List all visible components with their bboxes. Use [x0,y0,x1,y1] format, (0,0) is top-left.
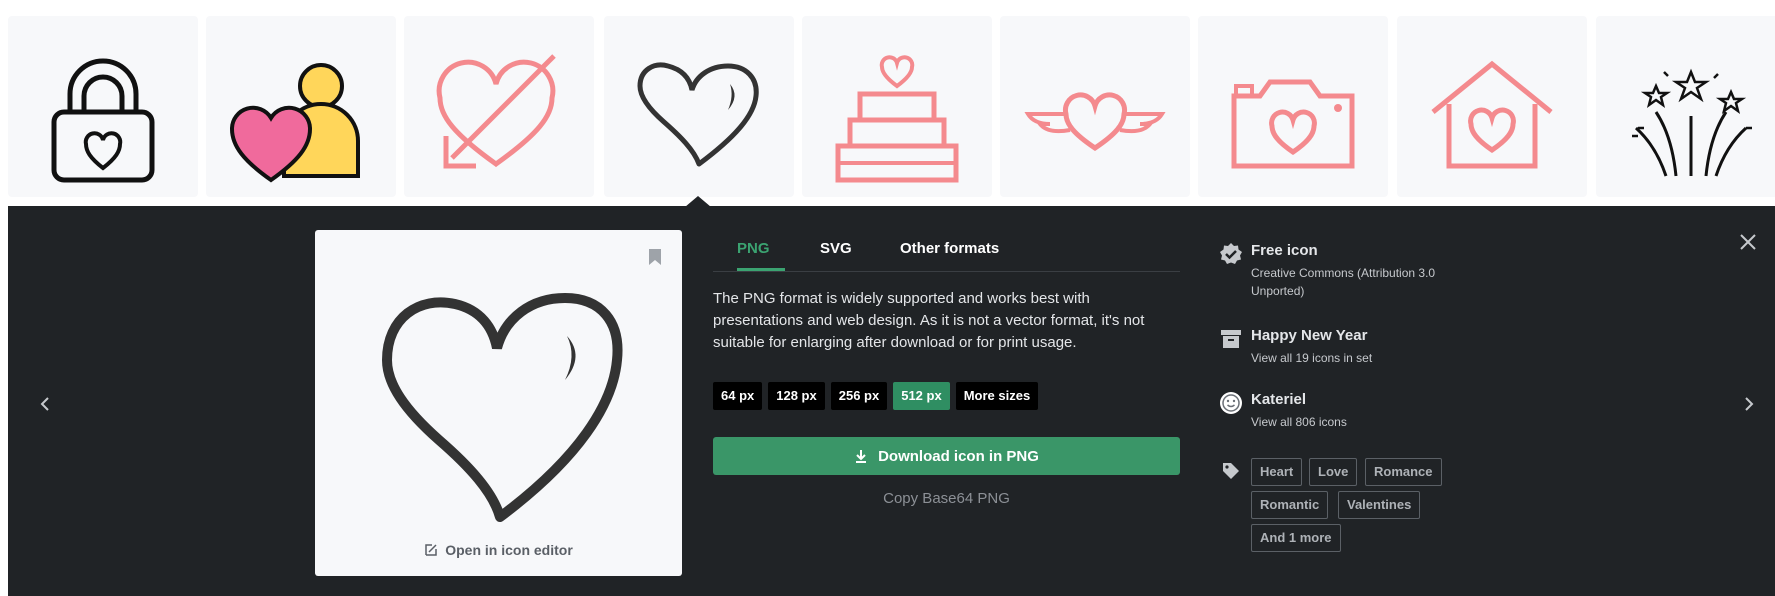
tag-valentines[interactable]: Valentines [1338,491,1421,519]
more-sizes-button[interactable]: More sizes [955,382,1039,410]
tile-heart-person[interactable] [206,16,396,197]
download-label: Download icon in PNG [878,447,1039,465]
author-avatar-icon [1220,392,1242,414]
lock-heart-icon [51,58,155,183]
tile-heart-arrow[interactable] [404,16,594,197]
author-name[interactable]: Kateriel [1251,391,1306,408]
prev-arrow-button[interactable] [33,392,57,416]
more-tags-button[interactable]: And 1 more [1251,524,1341,552]
tag-romance[interactable]: Romance [1365,458,1442,486]
open-icon-editor-link[interactable]: Open in icon editor [315,536,682,564]
icon-strip [0,0,1775,207]
size-128[interactable]: 128 px [768,382,825,410]
author-icons-link[interactable]: View all 806 icons [1251,413,1481,431]
tag-heart[interactable]: Heart [1251,458,1303,486]
tag-love[interactable]: Love [1309,458,1358,486]
heart-outline-icon [637,62,759,167]
heart-camera-icon [1231,79,1355,169]
download-button[interactable]: Download icon in PNG [713,437,1180,475]
heart-cake-icon [835,55,959,183]
tile-heart-camera[interactable] [1198,16,1388,197]
format-tabs: PNG SVG Other formats [713,236,1180,272]
size-options: 64 px 128 px 256 px 512 px More sizes [713,382,1039,410]
edit-icon [425,544,437,556]
tab-other-formats[interactable]: Other formats [900,240,999,271]
size-512[interactable]: 512 px [893,382,950,410]
heart-outline-icon [381,292,623,522]
tile-fireworks[interactable] [1596,16,1775,197]
license-subtitle[interactable]: Creative Commons (Attribution 3.0 Unport… [1251,264,1481,300]
close-icon [1740,234,1756,250]
copy-base64-link[interactable]: Copy Base64 PNG [713,490,1180,507]
fireworks-icon [1632,68,1752,177]
archive-box-icon [1221,330,1241,348]
verified-badge-icon [1220,243,1242,264]
close-button[interactable] [1736,230,1760,254]
heart-person-icon [229,63,360,183]
size-64[interactable]: 64 px [713,382,763,410]
format-description: The PNG format is widely supported and w… [713,290,1145,351]
icon-preview-card: Open in icon editor [315,230,682,576]
tab-png[interactable]: PNG [737,240,785,271]
tile-heart-house[interactable] [1397,16,1587,197]
tag-icon [1223,463,1239,479]
heart-arrow-icon [436,54,556,169]
icon-set-title[interactable]: Happy New Year [1251,327,1367,344]
tile-heart-cake[interactable] [802,16,992,197]
download-icon [856,450,867,463]
size-256[interactable]: 256 px [830,382,888,410]
winged-heart-icon [1024,92,1166,152]
bookmark-icon[interactable] [647,248,663,266]
editor-link-label: Open in icon editor [445,542,573,558]
chevron-right-icon [1745,397,1754,411]
tag-romantic[interactable]: Romantic [1251,491,1329,519]
icon-set-link[interactable]: View all 19 icons in set [1251,349,1481,367]
tile-heart-outline-selected[interactable] [604,16,794,197]
license-title: Free icon [1251,242,1318,259]
icon-browser: Open in icon editor PNG SVG Other format… [0,0,1775,596]
heart-house-icon [1431,60,1553,169]
tab-svg[interactable]: SVG [820,240,852,271]
tile-winged-heart[interactable] [1000,16,1190,197]
tile-lock-heart[interactable] [8,16,198,197]
next-arrow-button[interactable] [1737,392,1761,416]
chevron-left-icon [40,397,49,411]
